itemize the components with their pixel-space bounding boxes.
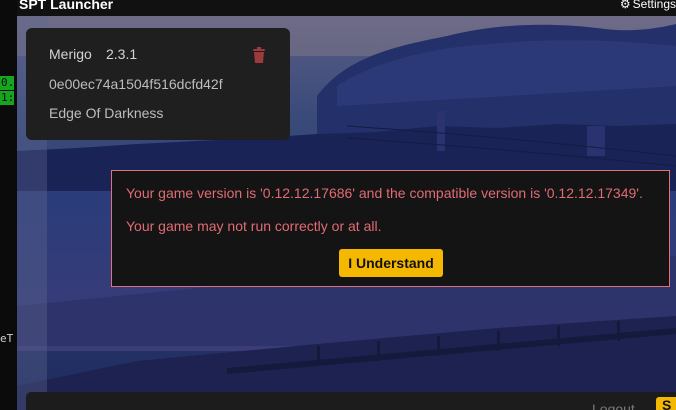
settings-button[interactable]: ⚙ Settings [620,0,676,11]
gear-icon: ⚙ [619,0,631,11]
terminal-strip: 0. 1: eT [0,0,17,410]
terminal-line: 1: [0,91,14,105]
terminal-line: 0. [0,76,14,90]
bottom-bar: Logout S [26,392,676,410]
profile-name: Merigo [49,46,92,62]
version-warning-dialog: Your game version is '0.12.12.17686' and… [111,170,670,287]
profile-id: 0e00ec74a1504f516dcfd42f [49,76,223,92]
launcher-window: SPT Launcher ⚙ Settings Merigo 2.3.1 0e0… [17,0,676,410]
logout-button[interactable]: Logout [592,401,635,410]
titlebar: SPT Launcher ⚙ Settings [17,0,676,16]
terminal-text: eT [0,332,14,345]
start-button[interactable]: S [656,397,676,410]
profile-version: 2.3.1 [106,46,138,62]
warning-message: Your game version is '0.12.12.17686' and… [126,185,643,201]
warning-submessage: Your game may not run correctly or at al… [126,218,382,234]
trash-icon[interactable] [252,47,266,63]
window-title: SPT Launcher [19,0,114,12]
profile-card: Merigo 2.3.1 0e00ec74a1504f516dcfd42f Ed… [26,28,290,140]
settings-label: Settings [632,0,676,11]
profile-edition: Edge Of Darkness [49,105,164,121]
i-understand-button[interactable]: I Understand [339,249,443,277]
